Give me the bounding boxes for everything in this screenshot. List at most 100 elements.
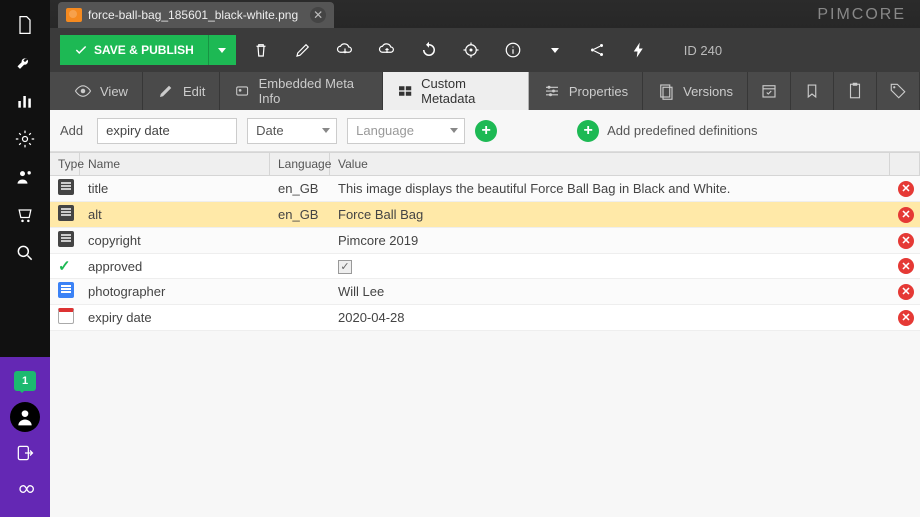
grid-header: Type Name Language Value bbox=[50, 152, 920, 176]
sidebar-infinity-icon[interactable] bbox=[0, 471, 50, 507]
add-predefined-label: Add predefined definitions bbox=[607, 123, 757, 138]
add-metadata-row: Add Date Language + + Add predefined def… bbox=[50, 110, 920, 152]
tab-edit-label: Edit bbox=[183, 84, 205, 99]
cell-value: Pimcore 2019 bbox=[338, 233, 418, 248]
table-row[interactable]: alt en_GB Force Ball Bag ✕ bbox=[50, 202, 920, 228]
tab-edit[interactable]: Edit bbox=[143, 72, 220, 110]
sidebar-ecommerce-icon[interactable] bbox=[0, 196, 50, 234]
bolt-icon[interactable] bbox=[622, 35, 656, 65]
tab-versions[interactable]: Versions bbox=[643, 72, 748, 110]
cell-value: Force Ball Bag bbox=[338, 207, 423, 222]
col-header-name[interactable]: Name bbox=[80, 153, 270, 175]
caret-down-icon bbox=[551, 48, 559, 53]
tab-custom-metadata[interactable]: Custom Metadata bbox=[383, 72, 529, 110]
cell-name: photographer bbox=[88, 284, 165, 299]
add-metadata-button[interactable]: + bbox=[475, 120, 497, 142]
sidebar-tools-icon[interactable] bbox=[0, 44, 50, 82]
cell-name: title bbox=[88, 181, 108, 196]
delete-row-icon[interactable]: ✕ bbox=[898, 233, 914, 249]
type-input-icon bbox=[58, 231, 74, 247]
tab-schedule-icon[interactable] bbox=[748, 72, 791, 110]
table-row[interactable]: title en_GB This image displays the beauti… bbox=[50, 176, 920, 202]
cell-name: copyright bbox=[88, 233, 141, 248]
sidebar-user-icon[interactable] bbox=[0, 399, 50, 435]
checkbox-checked[interactable]: ✓ bbox=[338, 260, 352, 274]
cell-name: approved bbox=[88, 259, 142, 274]
table-row[interactable]: photographer Will Lee ✕ bbox=[50, 279, 920, 305]
asset-subtabs: View Edit Embedded Meta Info Custom Meta… bbox=[50, 72, 920, 110]
target-icon[interactable] bbox=[454, 35, 488, 65]
main-toolbar: SAVE & PUBLISH ID 240 bbox=[50, 28, 920, 72]
metadata-type-select[interactable]: Date bbox=[247, 118, 337, 144]
sidebar-notifications-icon[interactable]: 1 bbox=[0, 363, 50, 399]
sidebar-logout-icon[interactable] bbox=[0, 435, 50, 471]
cell-name: expiry date bbox=[88, 310, 152, 325]
rename-icon[interactable] bbox=[286, 35, 320, 65]
metadata-language-placeholder: Language bbox=[356, 123, 414, 138]
toolbar-more-dropdown[interactable] bbox=[538, 35, 572, 65]
tab-bookmark-icon[interactable] bbox=[791, 72, 834, 110]
sidebar-settings-icon[interactable] bbox=[0, 120, 50, 158]
tab-view[interactable]: View bbox=[60, 72, 143, 110]
share-icon[interactable] bbox=[580, 35, 614, 65]
tab-versions-label: Versions bbox=[683, 84, 733, 99]
cloud-upload-icon[interactable] bbox=[370, 35, 404, 65]
notification-count: 1 bbox=[22, 375, 28, 387]
cell-value: Will Lee bbox=[338, 284, 384, 299]
col-header-delete bbox=[890, 153, 920, 175]
metadata-name-input[interactable] bbox=[97, 118, 237, 144]
tab-view-label: View bbox=[100, 84, 128, 99]
add-label: Add bbox=[60, 123, 83, 138]
app-sidebar: 1 bbox=[0, 0, 50, 517]
cell-name: alt bbox=[88, 207, 102, 222]
tab-notes-icon[interactable] bbox=[834, 72, 877, 110]
document-tab[interactable]: force-ball-bag_185601_black-white.png ✕ bbox=[58, 2, 334, 28]
info-icon[interactable] bbox=[496, 35, 530, 65]
metadata-grid: Type Name Language Value title en_GB This … bbox=[50, 152, 920, 517]
cell-value: This image displays the beautiful Force … bbox=[338, 181, 730, 196]
close-tab-icon[interactable]: ✕ bbox=[310, 7, 326, 23]
delete-row-icon[interactable]: ✕ bbox=[898, 181, 914, 197]
delete-icon[interactable] bbox=[244, 35, 278, 65]
image-file-icon bbox=[66, 8, 82, 22]
asset-id-label: ID 240 bbox=[684, 43, 722, 58]
reload-icon[interactable] bbox=[412, 35, 446, 65]
tab-custom-label: Custom Metadata bbox=[421, 76, 514, 106]
caret-down-icon bbox=[218, 48, 226, 53]
table-row[interactable]: ✓approved✓✕ bbox=[50, 254, 920, 279]
save-publish-button[interactable]: SAVE & PUBLISH bbox=[60, 35, 236, 65]
tab-tags-icon[interactable] bbox=[877, 72, 920, 110]
delete-row-icon[interactable]: ✕ bbox=[898, 258, 914, 274]
table-row[interactable]: copyright Pimcore 2019 ✕ bbox=[50, 228, 920, 254]
save-publish-label: SAVE & PUBLISH bbox=[94, 43, 194, 57]
type-input-icon bbox=[58, 205, 74, 221]
sidebar-files-icon[interactable] bbox=[0, 6, 50, 44]
caret-down-icon bbox=[450, 128, 458, 133]
sidebar-users-icon[interactable] bbox=[0, 158, 50, 196]
type-input-icon bbox=[58, 179, 74, 195]
custom-metadata-panel: Add Date Language + + Add predefined def… bbox=[50, 110, 920, 517]
cell-language: en_GB bbox=[278, 181, 318, 196]
caret-down-icon bbox=[322, 128, 330, 133]
tab-embedded-meta[interactable]: Embedded Meta Info bbox=[220, 72, 382, 110]
col-header-value[interactable]: Value bbox=[330, 153, 890, 175]
delete-row-icon[interactable]: ✕ bbox=[898, 207, 914, 223]
col-header-type[interactable]: Type bbox=[50, 153, 80, 175]
save-publish-dropdown[interactable] bbox=[208, 35, 236, 65]
cloud-download-icon[interactable] bbox=[328, 35, 362, 65]
sidebar-reports-icon[interactable] bbox=[0, 82, 50, 120]
metadata-language-select[interactable]: Language bbox=[347, 118, 465, 144]
col-header-language[interactable]: Language bbox=[270, 153, 330, 175]
sidebar-search-icon[interactable] bbox=[0, 234, 50, 272]
cell-language: en_GB bbox=[278, 207, 318, 222]
tab-properties-label: Properties bbox=[569, 84, 628, 99]
add-predefined-button[interactable]: + Add predefined definitions bbox=[577, 120, 757, 142]
brand-logo: PIMCORE bbox=[817, 6, 906, 24]
table-row[interactable]: expiry date2020-04-28✕ bbox=[50, 305, 920, 331]
delete-row-icon[interactable]: ✕ bbox=[898, 310, 914, 326]
type-date-icon bbox=[58, 308, 74, 324]
tab-properties[interactable]: Properties bbox=[529, 72, 643, 110]
document-tab-title: force-ball-bag_185601_black-white.png bbox=[88, 8, 298, 22]
tab-embedded-label: Embedded Meta Info bbox=[259, 76, 368, 106]
delete-row-icon[interactable]: ✕ bbox=[898, 284, 914, 300]
